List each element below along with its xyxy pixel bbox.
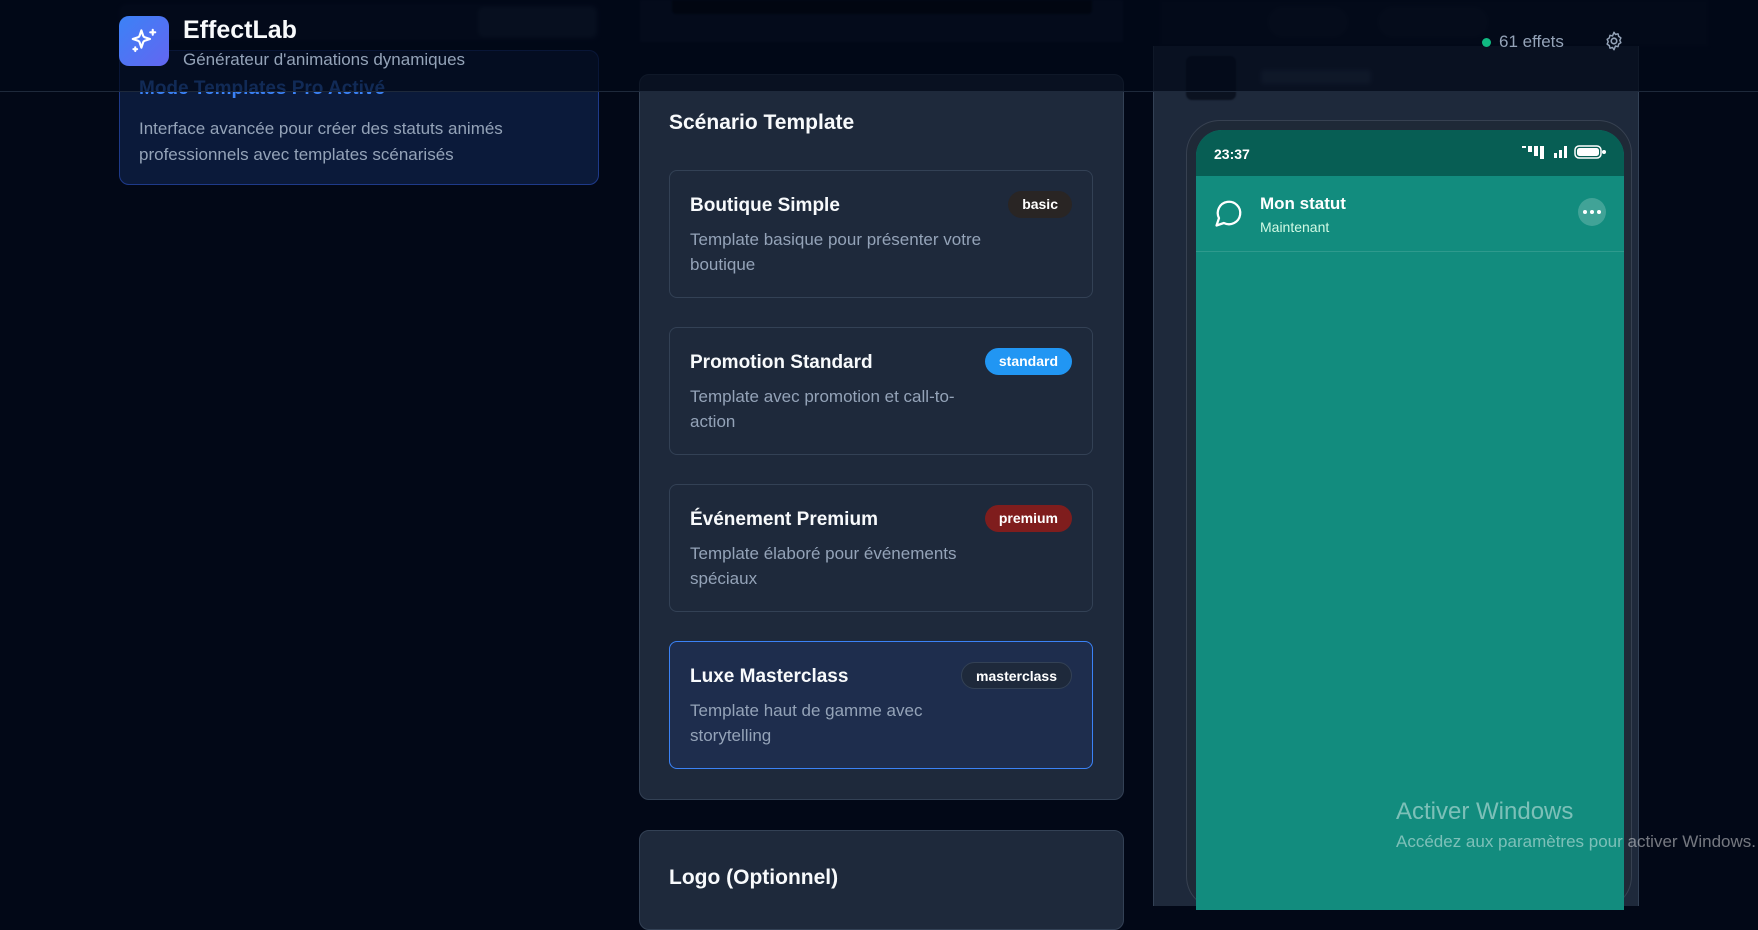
app-header: EffectLab Générateur d'animations dynami… xyxy=(0,0,1758,92)
template-description: Template avec promotion et call-to-actio… xyxy=(690,387,955,431)
template-option-promotion-standard[interactable]: Promotion Standard Template avec promoti… xyxy=(669,327,1093,455)
template-name: Boutique Simple xyxy=(690,195,840,216)
template-option-boutique-simple[interactable]: Boutique Simple Template basique pour pr… xyxy=(669,170,1093,298)
template-badge: premium xyxy=(984,505,1072,532)
signal-icon xyxy=(1522,146,1544,159)
template-name: Événement Premium xyxy=(690,509,878,530)
phone-time: 23:37 xyxy=(1214,146,1250,162)
template-description: Template haut de gamme avec storytelling xyxy=(690,701,923,745)
template-name: Luxe Masterclass xyxy=(690,666,849,687)
windows-watermark-title: Activer Windows xyxy=(1396,798,1574,825)
template-name: Promotion Standard xyxy=(690,352,873,373)
effects-counter: 61 effets xyxy=(1482,32,1564,52)
phone-screen: 23:37 Mon statut Maintenant xyxy=(1196,130,1624,910)
message-circle-icon xyxy=(1215,200,1242,227)
app-tagline: Générateur d'animations dynamiques xyxy=(183,50,466,69)
pro-mode-description: Interface avancée pour créer des statuts… xyxy=(139,119,503,164)
app-name: EffectLab xyxy=(183,16,297,44)
more-options-button[interactable] xyxy=(1578,198,1606,226)
template-badge: standard xyxy=(984,348,1072,375)
battery-icon xyxy=(1574,145,1606,159)
app-logo xyxy=(119,16,169,66)
template-badge: masterclass xyxy=(961,662,1072,689)
network-icon xyxy=(1554,146,1567,158)
scenario-template-title: Scénario Template xyxy=(669,111,855,134)
status-time: Maintenant xyxy=(1260,219,1330,235)
template-option-luxe-masterclass[interactable]: Luxe Masterclass Template haut de gamme … xyxy=(669,641,1093,769)
online-dot xyxy=(1482,37,1491,47)
effects-count-label: 61 effets xyxy=(1499,32,1564,51)
status-header: Mon statut Maintenant xyxy=(1196,176,1624,252)
sparkles-icon xyxy=(131,28,157,53)
gear-icon[interactable] xyxy=(1603,30,1625,52)
template-option-evenement-premium[interactable]: Événement Premium Template élaboré pour … xyxy=(669,484,1093,612)
phone-status-bar: 23:37 xyxy=(1196,130,1624,176)
status-icons xyxy=(1522,144,1606,160)
status-title: Mon statut xyxy=(1260,194,1346,213)
template-badge: basic xyxy=(1008,191,1072,218)
logo-section-title: Logo (Optionnel) xyxy=(669,866,839,889)
windows-watermark-text: Accédez aux paramètres pour activer Wind… xyxy=(1396,832,1756,851)
template-description: Template élaboré pour événements spéciau… xyxy=(690,544,957,588)
template-description: Template basique pour présenter votre bo… xyxy=(690,230,982,274)
